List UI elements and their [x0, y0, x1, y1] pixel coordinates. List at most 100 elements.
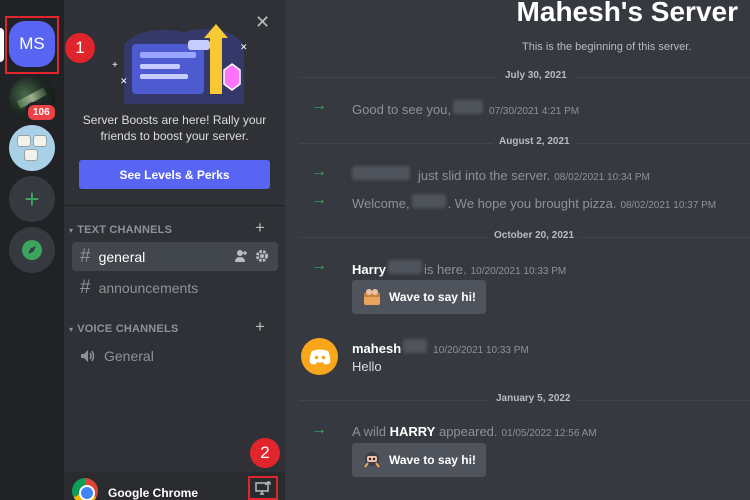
wumpus-box-sticker-icon: [364, 289, 380, 305]
date-label: July 30, 2021: [499, 70, 573, 81]
channel-general[interactable]: # general: [72, 242, 278, 271]
message-text: . We hope you brought pizza.: [447, 196, 617, 211]
create-voice-channel-plus-icon[interactable]: +: [255, 317, 265, 337]
chevron-down-icon: ▾: [69, 324, 74, 334]
timestamp: 10/20/2021 10:33 PM: [433, 345, 529, 356]
add-member-icon[interactable]: [234, 249, 248, 263]
username[interactable]: Harry: [352, 262, 386, 277]
join-arrow-icon: →: [311, 191, 327, 208]
message-text: Hello: [352, 359, 382, 374]
wave-label: Wave to say hi!: [389, 290, 476, 304]
sidebar-divider: [64, 205, 285, 206]
message-text: Welcome,: [352, 196, 410, 211]
channel-sidebar: ✕ + ✕ ✕ Server Boosts are here! Rally yo…: [64, 0, 285, 500]
mention-badge: 106: [25, 102, 58, 123]
redacted-name: [453, 100, 484, 114]
svg-text:✕: ✕: [120, 76, 128, 86]
system-message: just slid into the server. 08/02/2021 10…: [352, 166, 650, 183]
date-divider: August 2, 2021: [300, 136, 750, 147]
key-shape: [24, 149, 38, 161]
redacted-name: [387, 260, 422, 274]
join-arrow-icon: →: [311, 257, 327, 274]
redacted-name: [352, 166, 410, 180]
timestamp: 08/02/2021 10:34 PM: [554, 172, 650, 183]
server-title: Mahesh's Server: [516, 0, 738, 27]
system-message: Harry is here. 10/20/2021 10:33 PM: [352, 260, 566, 277]
server-icon-keyboard[interactable]: [9, 125, 55, 171]
boost-text-line: Server Boosts are here! Rally your: [82, 113, 267, 127]
message-author: mahesh 10/20/2021 10:33 PM: [352, 339, 529, 356]
wave-to-say-hi-button[interactable]: Wave to say hi!: [352, 443, 486, 477]
discord-app: MS 106 + ✕ + ✕ ✕ Server Boosts are here!…: [0, 0, 750, 500]
voice-channel-general[interactable]: General: [72, 341, 278, 370]
step-marker-2: 2: [250, 438, 280, 468]
hash-icon: #: [80, 276, 91, 298]
category-label: TEXT CHANNELS: [77, 224, 173, 236]
svg-text:✕: ✕: [240, 42, 248, 52]
see-levels-perks-button[interactable]: See Levels & Perks: [79, 160, 270, 189]
timestamp: 07/30/2021 4:21 PM: [489, 106, 580, 117]
monitor-arrow-icon: [255, 481, 271, 495]
plus-icon: +: [24, 183, 40, 214]
robot-sticker-icon: [364, 452, 380, 468]
join-arrow-icon: →: [311, 163, 327, 180]
channel-label: announcements: [98, 279, 199, 296]
server-icon-ms[interactable]: MS: [9, 21, 55, 67]
create-channel-plus-icon[interactable]: +: [255, 218, 265, 238]
message-text: appeared.: [438, 424, 498, 439]
boost-text-line: friends to boost your server.: [100, 129, 249, 143]
channel-label: General: [104, 347, 154, 364]
redacted-name: [403, 339, 428, 353]
screen-share-button[interactable]: [248, 476, 278, 500]
channel-label: general: [98, 248, 146, 265]
system-message: A wild HARRY appeared. 01/05/2022 12:56 …: [352, 424, 597, 439]
close-icon[interactable]: ✕: [255, 12, 270, 33]
chevron-down-icon: ▾: [69, 225, 74, 235]
wave-to-say-hi-button[interactable]: Wave to say hi!: [352, 280, 486, 314]
redacted-name: [411, 194, 446, 208]
username[interactable]: HARRY: [390, 424, 436, 439]
chrome-icon: [72, 478, 98, 500]
join-arrow-icon: →: [311, 421, 327, 438]
date-divider: July 30, 2021: [300, 70, 750, 81]
server-rail: MS 106 +: [0, 0, 64, 500]
category-voice-channels[interactable]: ▾ VOICE CHANNELS: [69, 322, 178, 336]
date-label: August 2, 2021: [493, 136, 576, 147]
date-divider: January 5, 2022: [300, 393, 750, 404]
join-arrow-icon: →: [311, 97, 327, 114]
chat-area: Mahesh's Server This is the beginning of…: [285, 0, 750, 500]
category-text-channels[interactable]: ▾ TEXT CHANNELS: [69, 223, 172, 237]
date-label: October 20, 2021: [488, 230, 581, 241]
wave-label: Wave to say hi!: [389, 453, 476, 467]
add-server-button[interactable]: +: [9, 176, 55, 222]
username[interactable]: mahesh: [352, 341, 401, 356]
discord-logo-icon: [309, 349, 330, 364]
step-marker-1: 1: [65, 33, 95, 63]
key-shape: [17, 135, 31, 147]
boost-illustration: + ✕ ✕: [112, 24, 248, 104]
key-shape: [33, 135, 47, 147]
channel-tools: [234, 249, 269, 263]
timestamp: 01/05/2022 12:56 AM: [501, 428, 597, 439]
active-server-indicator: [0, 28, 4, 62]
system-message: Good to see you, 07/30/2021 4:21 PM: [352, 100, 579, 117]
channel-announcements[interactable]: # announcements: [72, 273, 278, 302]
date-label: January 5, 2022: [490, 393, 577, 404]
compass-icon: [22, 240, 42, 260]
speaker-icon: [81, 349, 95, 362]
boost-promo-text: Server Boosts are here! Rally your frien…: [76, 112, 273, 144]
stream-bar: Google Chrome: [64, 472, 285, 500]
message-text: Good to see you,: [352, 102, 452, 117]
timestamp: 10/20/2021 10:33 PM: [470, 266, 567, 277]
avatar[interactable]: [301, 338, 338, 375]
server-subtitle: This is the beginning of this server.: [522, 41, 692, 53]
svg-text:+: +: [112, 60, 118, 71]
timestamp: 08/02/2021 10:37 PM: [620, 200, 717, 211]
category-label: VOICE CHANNELS: [77, 323, 179, 335]
message-text: A wild: [352, 424, 386, 439]
gear-icon[interactable]: [255, 249, 269, 263]
date-divider: October 20, 2021: [300, 230, 750, 241]
stream-app-label: Google Chrome: [108, 486, 199, 500]
message-text: is here.: [423, 262, 467, 277]
explore-servers-button[interactable]: [9, 227, 55, 273]
